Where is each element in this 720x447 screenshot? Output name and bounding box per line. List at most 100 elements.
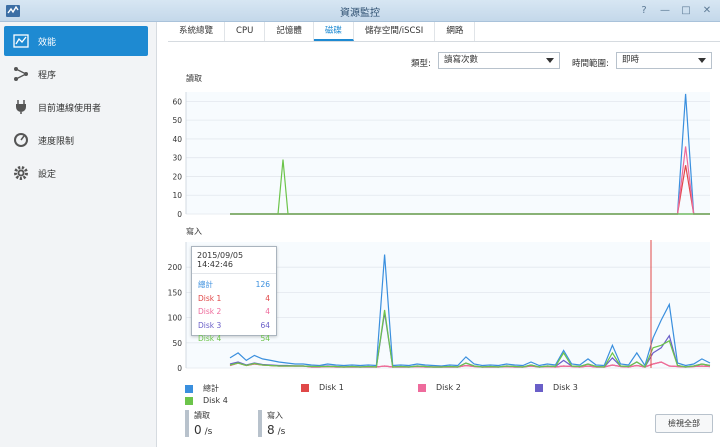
tab-network[interactable]: 網路 [435,22,476,41]
legend-item-total[interactable]: 總計 [185,383,219,394]
tooltip-row-value: 64 [260,320,270,330]
tab-volume-iscsi[interactable]: 儲存空間/iSCSI [354,22,436,41]
time-range-select-value: 即時 [622,55,640,65]
legend-item-disk4[interactable]: Disk 4 [185,396,228,405]
tab-overview[interactable]: 系統總覽 [168,22,226,41]
read-series-line-disk2 [230,146,710,215]
write-y-tick-label: 50 [172,339,182,348]
sidebar-item-label: 目前連線使用者 [38,103,102,114]
legend-swatch [418,383,426,392]
sidebar: 效能 程序 目前連線使用者 速度限制 設定 [0,22,157,447]
close-icon[interactable]: ✕ [700,3,714,17]
stat-divider [185,410,189,437]
type-select[interactable]: 讀寫次數 [438,52,560,69]
chevron-down-icon [698,58,706,63]
write-rate-label: 寫入 [267,411,283,420]
time-range-select[interactable]: 即時 [616,52,712,69]
tooltip-row: Disk 3 64 [192,319,276,333]
write-y-tick-label: 200 [168,263,183,272]
legend-item-disk3[interactable]: Disk 3 [535,383,578,392]
write-y-tick-label: 100 [168,314,183,323]
sidebar-item-label: 程序 [38,70,57,81]
sidebar-item-label: 效能 [38,37,57,48]
tab-bar: 系統總覽 CPU 記憶體 磁碟 儲存空間/iSCSI 網路 [168,22,720,42]
write-series-line-disk4 [229,309,711,368]
legend-item-disk2[interactable]: Disk 2 [418,383,461,392]
read-y-tick-label: 20 [172,172,182,181]
write-series-line-disk3 [229,312,711,368]
title-bar: 資源監控 ? — □ ✕ [0,0,720,22]
tooltip-row-label: Disk 3 [198,320,222,330]
read-y-tick-label: 50 [172,116,182,125]
time-range-label: 時間範圍: [572,59,609,69]
write-series-line-disk2 [229,361,711,368]
legend-swatch [301,383,309,392]
legend-label: Disk 3 [553,383,578,392]
process-icon [13,66,29,82]
minimize-icon[interactable]: — [658,3,672,17]
tooltip-time: 2015/09/05 14:42:46 [192,247,276,274]
type-select-value: 讀寫次數 [444,55,479,65]
write-rate-unit: /s [277,427,286,437]
read-y-tick-label: 60 [172,97,182,106]
help-icon[interactable]: ? [637,3,651,17]
write-rate-value: 8 [267,423,275,437]
write-y-tick-label: 0 [177,364,182,373]
write-series-line-total [229,254,711,367]
write-rate-stat: 寫入 8/s [258,410,285,437]
read-series-spike-disk4 [277,159,289,215]
chevron-down-icon [546,58,554,63]
tooltip-row: Disk 4 54 [192,332,276,346]
read-y-tick-label: 30 [172,154,182,163]
view-all-button[interactable]: 檢視全部 [655,414,713,433]
legend-swatch [535,383,543,392]
tooltip-row-label: Disk 1 [198,293,222,303]
sidebar-item-performance[interactable]: 效能 [4,26,148,56]
tooltip-row: 總計 126 [192,278,276,292]
tooltip-row: Disk 2 4 [192,305,276,319]
sidebar-item-process[interactable]: 程序 [4,59,148,89]
window-title: 資源監控 [340,8,380,19]
read-y-tick-label: 0 [177,210,182,219]
read-rate-label: 讀取 [194,411,210,420]
read-series-line-total [230,93,710,215]
tab-memory[interactable]: 記憶體 [265,22,314,41]
tooltip-row-label: 總計 [198,280,213,289]
tab-cpu[interactable]: CPU [225,22,266,41]
write-series-line-disk1 [229,361,711,368]
read-y-tick-label: 40 [172,135,182,144]
tooltip-row-value: 4 [265,307,270,316]
stat-divider [258,410,262,437]
gear-icon [13,165,29,181]
sidebar-item-speed-limit[interactable]: 速度限制 [4,125,148,155]
read-rate-value: 0 [194,423,202,437]
tooltip-row-value: 126 [255,280,270,289]
sidebar-item-connected-users[interactable]: 目前連線使用者 [4,92,148,122]
sidebar-item-settings[interactable]: 設定 [4,158,148,188]
maximize-icon[interactable]: □ [679,3,693,17]
legend-item-disk1[interactable]: Disk 1 [301,383,344,392]
sidebar-item-label: 速度限制 [38,136,75,147]
read-series-line-disk1 [230,165,710,215]
legend-label: 總計 [203,384,219,393]
tab-disk[interactable]: 磁碟 [313,22,354,41]
chart-tooltip: 2015/09/05 14:42:46 總計 126 Disk 1 4 Disk 2… [191,246,277,343]
read-rate-unit: /s [204,427,213,437]
legend-swatch [185,396,193,405]
read-y-tick-label: 10 [172,191,182,200]
legend-swatch [185,384,193,393]
speedometer-icon [13,132,29,148]
type-label: 類型: [411,59,431,69]
legend-label: Disk 4 [203,396,228,405]
plug-icon [13,99,29,115]
tooltip-row-label: Disk 2 [198,307,222,316]
tooltip-row-value: 54 [260,334,270,343]
tooltip-row-value: 4 [265,293,270,303]
performance-chart-icon [13,33,29,49]
read-rate-stat: 讀取 0/s [185,410,212,437]
write-chart-title: 寫入 [186,226,202,236]
write-y-tick-label: 150 [168,288,183,297]
legend-label: Disk 1 [319,383,344,392]
legend-label: Disk 2 [436,383,461,392]
tooltip-row: Disk 1 4 [192,292,276,306]
